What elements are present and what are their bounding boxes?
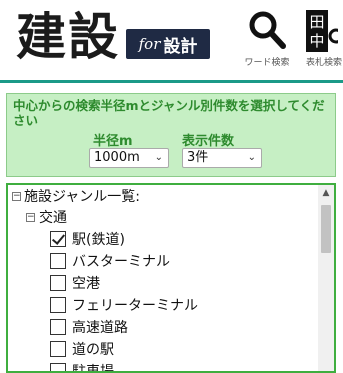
logo[interactable]: 建設 (16, 4, 120, 70)
facility-checkbox[interactable] (50, 341, 66, 357)
collapse-icon[interactable]: − (26, 213, 35, 222)
facility-label[interactable]: 道の駅 (72, 339, 114, 359)
radius-label: 半径m (93, 134, 133, 149)
word-search-label: ワード検索 (244, 58, 290, 68)
tree-scrollbar[interactable]: ▲ (318, 185, 334, 371)
facility-label[interactable]: 空港 (72, 273, 100, 293)
count-value: 3件 (187, 150, 209, 165)
collapse-icon[interactable]: − (12, 192, 21, 201)
facility-tree: − 施設ジャンル一覧: − 交通 駅(鉄道) バスターミナル 空港 フェリーターミナル… (6, 183, 336, 373)
svg-text:中: 中 (309, 32, 324, 50)
logo-badge-sekkei: 設計 (163, 36, 198, 57)
facility-label[interactable]: バスターミナル (72, 251, 170, 271)
tree-group-label: 交通 (39, 210, 67, 226)
facility-label[interactable]: 駐車場 (72, 361, 114, 371)
search-icon (249, 11, 286, 49)
count-select[interactable]: 3件 ⌄ (182, 148, 262, 168)
scroll-thumb[interactable] (321, 205, 331, 253)
header-divider (0, 80, 343, 83)
logo-badge-for: for (138, 35, 161, 53)
header: 建設 for 設計 ワード検索 田 中 表札検索 (0, 0, 343, 80)
tree-root-label: 施設ジャンル一覧: (24, 189, 141, 205)
word-search-button[interactable]: ワード検索 (237, 10, 297, 70)
facility-checkbox[interactable] (50, 363, 66, 371)
filter-instruction: 中心からの検索半径mとジャンル別件数を選択してください (13, 98, 325, 128)
facility-label[interactable]: 駅(鉄道) (72, 229, 125, 249)
filter-panel: 中心からの検索半径mとジャンル別件数を選択してください 半径m 表示件数 100… (6, 93, 336, 177)
facility-checkbox[interactable] (50, 319, 66, 335)
tree-content: − 施設ジャンル一覧: − 交通 駅(鉄道) バスターミナル 空港 フェリーターミナル… (8, 185, 318, 371)
radius-select[interactable]: 1000m ⌄ (89, 148, 169, 168)
nameplate-icon: 田 中 (306, 10, 338, 52)
facility-label[interactable]: フェリーターミナル (72, 295, 198, 315)
chevron-down-icon: ⌄ (247, 152, 256, 163)
facility-checkbox[interactable] (50, 275, 66, 291)
facility-checkbox[interactable] (50, 231, 66, 247)
facility-label[interactable]: 高速道路 (72, 317, 128, 337)
scroll-up-icon[interactable]: ▲ (318, 185, 334, 201)
logo-badge: for 設計 (126, 29, 210, 59)
facility-checkbox[interactable] (50, 253, 66, 269)
count-label: 表示件数 (182, 134, 235, 149)
svg-text:田: 田 (309, 13, 324, 31)
facility-checkbox[interactable] (50, 297, 66, 313)
card-search-button[interactable]: 田 中 表札検索 (306, 10, 343, 70)
chevron-down-icon: ⌄ (154, 152, 163, 163)
card-search-label: 表札検索 (306, 58, 343, 68)
radius-value: 1000m (94, 150, 140, 165)
